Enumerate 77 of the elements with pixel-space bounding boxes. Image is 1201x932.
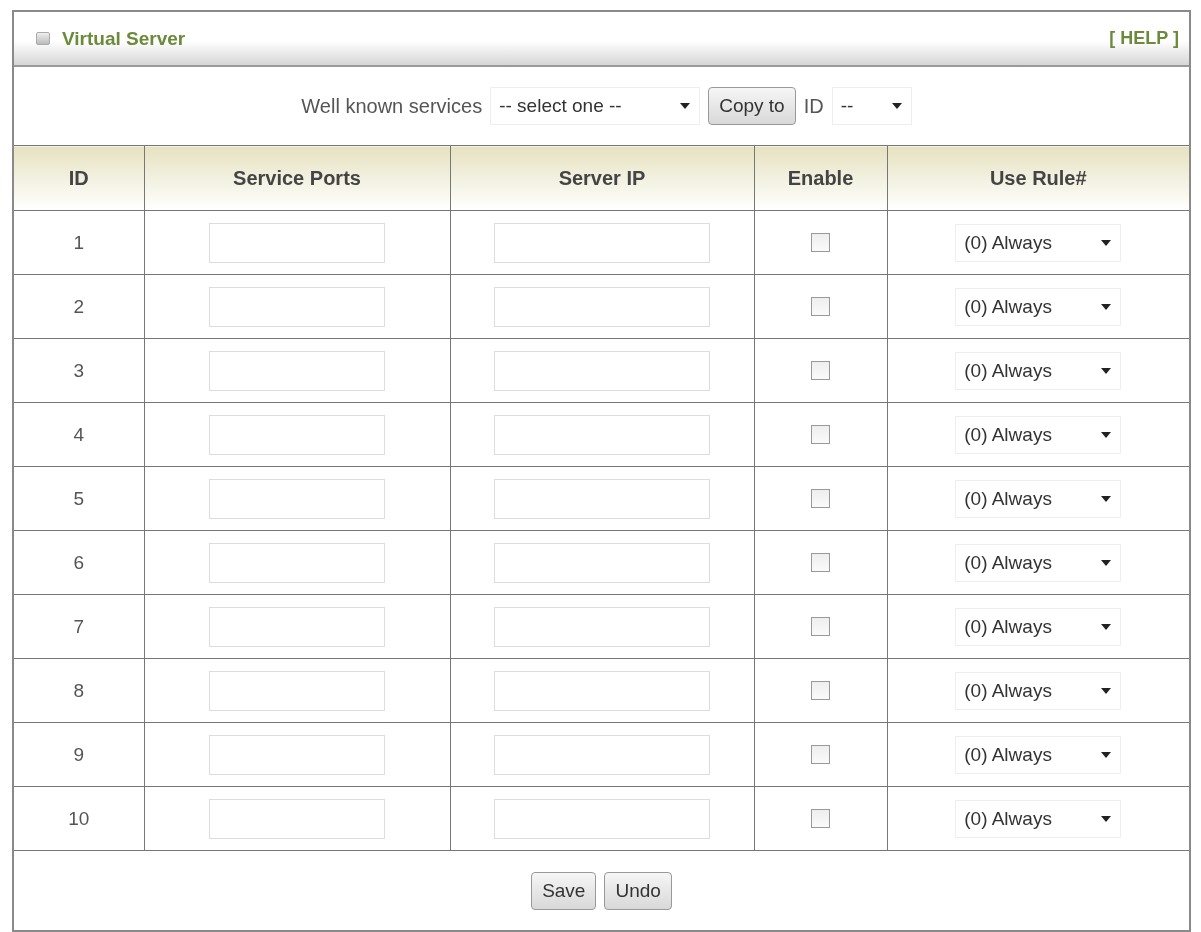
- server-ip-field[interactable]: [494, 606, 710, 647]
- rule-dropdown[interactable]: (0) Always: [955, 415, 1122, 454]
- id-cell: 3: [14, 338, 144, 403]
- caret-icon: [1100, 302, 1113, 311]
- service-ports-field[interactable]: [209, 798, 385, 839]
- caret-icon: [1100, 558, 1113, 567]
- id-cell: 6: [14, 530, 144, 595]
- rule-dropdown[interactable]: (0) Always: [955, 671, 1122, 710]
- enable-checkbox[interactable]: [811, 809, 830, 829]
- rule-dropdown[interactable]: (0) Always: [955, 351, 1122, 390]
- id-cell: 10: [14, 786, 144, 851]
- id-cell: 8: [14, 658, 144, 723]
- enable-checkbox[interactable]: [811, 361, 830, 381]
- enable-checkbox[interactable]: [811, 425, 830, 445]
- rule-dropdown[interactable]: (0) Always: [955, 223, 1122, 262]
- form-button[interactable]: Undo: [604, 871, 672, 910]
- service-ports-field[interactable]: [209, 670, 385, 711]
- enable-checkbox[interactable]: [811, 617, 830, 637]
- caret-icon: [890, 102, 903, 110]
- service-ports-field[interactable]: [209, 478, 385, 519]
- enable-checkbox[interactable]: [811, 297, 830, 317]
- column-header: Service Ports: [144, 145, 450, 211]
- server-ip-field[interactable]: [494, 798, 710, 839]
- server-ip-field[interactable]: [494, 286, 710, 327]
- form-button[interactable]: Save: [531, 871, 597, 910]
- column-header: ID: [14, 145, 144, 211]
- enable-checkbox[interactable]: [811, 681, 830, 701]
- copy-to-button[interactable]: Copy to: [708, 87, 796, 125]
- panel-title: Virtual Server: [62, 27, 187, 50]
- square-icon: [36, 32, 50, 45]
- rule-dropdown[interactable]: (0) Always: [955, 735, 1122, 774]
- server-ip-field[interactable]: [494, 350, 710, 391]
- caret-icon: [1100, 494, 1113, 503]
- service-ports-field[interactable]: [209, 734, 385, 775]
- server-ip-field[interactable]: [494, 734, 710, 775]
- caret-icon: [1100, 750, 1113, 759]
- enable-checkbox[interactable]: [811, 745, 830, 765]
- enable-checkbox[interactable]: [811, 553, 830, 573]
- help-link[interactable]: [ HELP ]: [1109, 28, 1179, 49]
- server-ip-field[interactable]: [494, 478, 710, 519]
- services-label: Well known services: [301, 94, 483, 118]
- id-cell: 7: [14, 594, 144, 659]
- rule-dropdown[interactable]: (0) Always: [955, 287, 1122, 326]
- id-label: ID: [803, 94, 824, 118]
- column-header: Enable: [754, 145, 887, 211]
- caret-icon: [1100, 238, 1113, 247]
- service-ports-field[interactable]: [209, 350, 385, 391]
- column-header: Use Rule#: [887, 145, 1189, 211]
- rule-dropdown[interactable]: (0) Always: [955, 607, 1122, 646]
- service-ports-field[interactable]: [209, 286, 385, 327]
- caret-icon: [1100, 622, 1113, 631]
- caret-icon: [1100, 814, 1113, 823]
- caret-icon: [1100, 430, 1113, 439]
- server-ip-field[interactable]: [494, 414, 710, 455]
- caret-icon: [1100, 686, 1113, 695]
- id-cell: 4: [14, 402, 144, 467]
- service-ports-field[interactable]: [209, 606, 385, 647]
- service-ports-field[interactable]: [209, 222, 385, 263]
- server-ip-field[interactable]: [494, 542, 710, 583]
- id-cell: 5: [14, 466, 144, 531]
- id-cell: 1: [14, 210, 144, 275]
- enable-checkbox[interactable]: [811, 233, 830, 253]
- service-ports-field[interactable]: [209, 542, 385, 583]
- id-dropdown[interactable]: --: [831, 87, 912, 125]
- server-ip-field[interactable]: [494, 222, 710, 263]
- id-cell: 2: [14, 274, 144, 339]
- server-ip-field[interactable]: [494, 670, 710, 711]
- enable-checkbox[interactable]: [811, 489, 830, 509]
- service-ports-field[interactable]: [209, 414, 385, 455]
- rule-dropdown[interactable]: (0) Always: [955, 479, 1122, 518]
- caret-icon: [1100, 366, 1113, 375]
- id-cell: 9: [14, 722, 144, 787]
- rule-dropdown[interactable]: (0) Always: [955, 543, 1122, 582]
- rule-dropdown[interactable]: (0) Always: [955, 799, 1122, 838]
- column-header: Server IP: [450, 145, 754, 211]
- services-dropdown[interactable]: -- select one --: [490, 87, 701, 125]
- caret-icon: [679, 102, 692, 110]
